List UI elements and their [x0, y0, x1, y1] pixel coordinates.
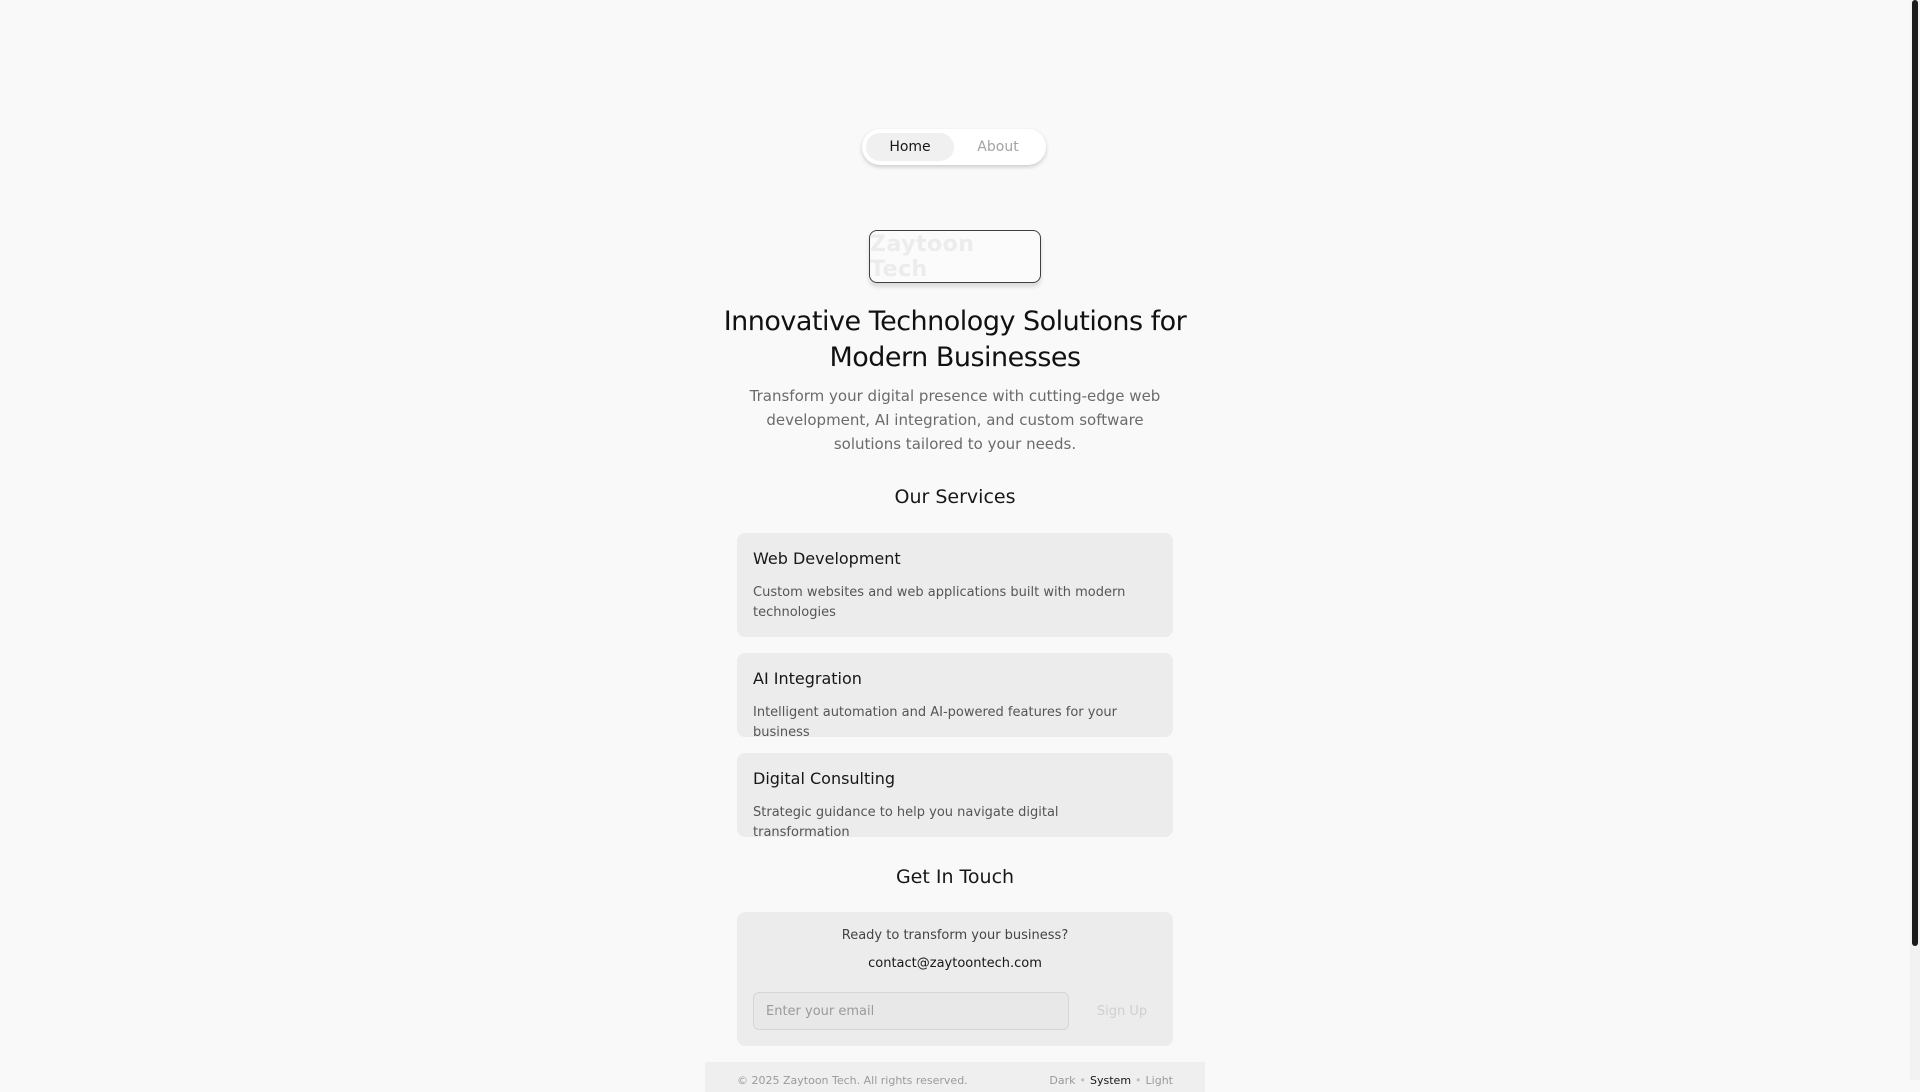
service-description: Intelligent automation and AI-powered fe…: [753, 705, 1118, 740]
page-scrollbar[interactable]: [1910, 0, 1920, 1080]
copyright-text: © 2025 Zaytoon Tech. All rights reserved…: [737, 1074, 968, 1087]
nav-home[interactable]: Home: [866, 133, 954, 161]
theme-toggle: Dark • System • Light: [1049, 1074, 1173, 1087]
email-input[interactable]: [753, 992, 1069, 1030]
service-description: Strategic guidance to help you navigate …: [753, 805, 1059, 840]
hero-subtitle: Transform your digital presence with cut…: [749, 387, 1161, 453]
contact-email-link[interactable]: contact@zaytoontech.com: [737, 956, 1173, 971]
page: Home About Zaytoon Tech Innovative Techn…: [0, 0, 1910, 1092]
service-title: AI Integration: [753, 669, 862, 688]
scrollbar-thumb[interactable]: [1912, 0, 1918, 946]
service-card-ai-integration: AI Integration Intelligent automation an…: [737, 653, 1173, 740]
service-title: Web Development: [753, 549, 901, 568]
contact-card: Ready to transform your business? contac…: [737, 912, 1173, 1046]
service-description: Custom websites and web applications bui…: [753, 585, 1126, 620]
sign-up-button[interactable]: Sign Up: [1087, 992, 1157, 1030]
separator: •: [1079, 1074, 1087, 1087]
hero-title: Innovative Technology Solutions for Mode…: [723, 306, 1187, 373]
theme-light-option[interactable]: Light: [1146, 1074, 1173, 1087]
contact-heading: Get In Touch: [895, 866, 1015, 888]
service-card-digital-consulting: Digital Consulting Strategic guidance to…: [737, 753, 1173, 840]
logo: Zaytoon Tech: [869, 230, 1041, 283]
nav-about[interactable]: About: [954, 133, 1042, 161]
services-heading: Our Services: [894, 486, 1016, 508]
separator: •: [1135, 1074, 1142, 1087]
theme-system-option[interactable]: System: [1090, 1074, 1131, 1087]
top-nav: Home About: [862, 129, 1046, 165]
theme-dark-option[interactable]: Dark: [1049, 1074, 1075, 1087]
service-title: Digital Consulting: [753, 769, 896, 788]
service-card-web-development: Web Development Custom websites and web …: [737, 533, 1173, 637]
footer: © 2025 Zaytoon Tech. All rights reserved…: [705, 1062, 1205, 1092]
contact-question: Ready to transform your business?: [841, 928, 1069, 943]
